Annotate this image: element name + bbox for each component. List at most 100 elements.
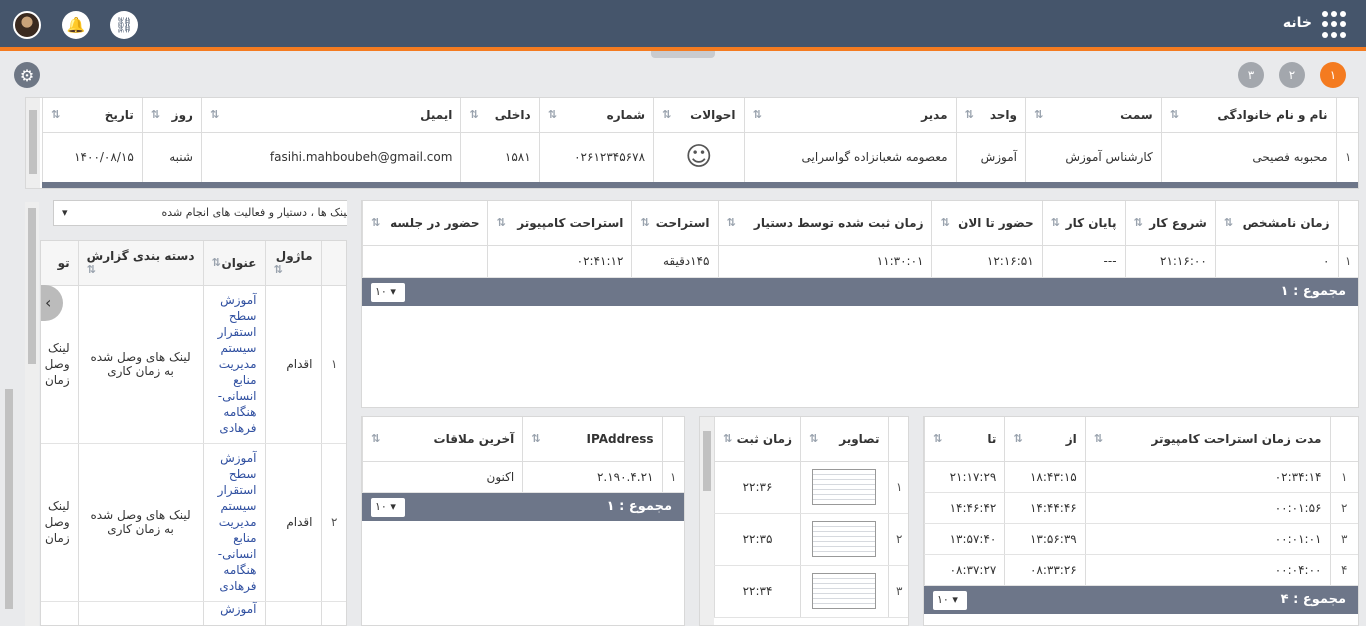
cell-pc-rest: ۰۲:۴۱:۱۲ <box>487 245 632 278</box>
table-row[interactable]: ۱ ۰ ۲۱:۱۶:۰۰ --- ۱۲:۱۶:۵۱ ۱۱:۳۰:۰۱ ۱۴۵دق… <box>362 245 1358 278</box>
col-assistant[interactable]: زمان ثبت شده توسط دستیار ⇅ <box>717 201 932 246</box>
page-scrollbar[interactable] <box>2 97 16 626</box>
page-size-select[interactable]: ۱۰ ▾ <box>371 282 405 302</box>
col-module[interactable]: ماژول ⇅ <box>264 241 321 286</box>
col-position[interactable]: سمت ⇅ <box>1024 98 1162 133</box>
cell-category: لینک های وصل شده به زمان کاری <box>77 285 203 444</box>
table-row[interactable]: ۲ ۰۰:۰۱:۵۶ ۱۴:۴۴:۴۶ ۱۴:۴۶:۴۲ <box>924 492 1358 524</box>
cell-duration: ۰۰:۰۱:۰۱ <box>1084 523 1330 555</box>
screenshot-thumbnail[interactable] <box>800 565 888 618</box>
cell-present: ۱۲:۱۶:۵۱ <box>931 245 1043 278</box>
col-pc-rest[interactable]: استراحت کامپیوتر ⇅ <box>487 201 632 246</box>
col-date[interactable]: تاریخ ⇅ <box>42 98 143 133</box>
col-phone[interactable]: شماره ⇅ <box>538 98 654 133</box>
ip-footer: مجموع : ۱ ۱۰ ▾ <box>362 492 684 521</box>
col-manager[interactable]: مدیر ⇅ <box>743 98 957 133</box>
table-row[interactable]: ۴ ۰۰:۰۴:۰۰ ۰۸:۳۳:۲۶ ۰۸:۳۷:۲۷ <box>924 554 1358 586</box>
page-size-select[interactable]: ۱۰ ▾ <box>933 590 967 610</box>
tab-2[interactable]: ۲ <box>1279 62 1305 88</box>
col-images[interactable]: تصاویر ⇅ <box>800 417 888 462</box>
link-icon[interactable]: ⛓ <box>110 11 138 39</box>
col-extra[interactable]: تو <box>41 241 79 286</box>
row-number: ۱ <box>1335 132 1358 183</box>
cell-day: شنبه <box>141 132 202 183</box>
links-panel: لینک ها ، دستیار و فعالیت های انجام شده ▾… <box>25 198 347 626</box>
links-table-box: ماژول ⇅ عنوان ⇅ دسته بندی گزارش ⇅ تو ۱ اقدا… <box>40 240 347 626</box>
row-number: ۱ <box>320 285 346 444</box>
col-to[interactable]: تا ⇅ <box>924 417 1005 462</box>
cell-name: محبوبه فصیحی <box>1160 132 1336 183</box>
col-email[interactable]: ایمیل ⇅ <box>200 98 461 133</box>
col-unknown-time[interactable]: زمان نامشخص ⇅ <box>1214 201 1338 246</box>
shots-scrollbar[interactable] <box>700 417 714 625</box>
table-row[interactable]: ۱ ۲.۱۹۰.۴.۲۱ اکنون <box>362 461 684 493</box>
breaks-panel: مدت زمان استراحت کامپیوتر ⇅ از ⇅ تا ⇅ ۱ ۰۲:… <box>923 416 1359 626</box>
scroll-thumb[interactable] <box>29 110 37 174</box>
col-ip[interactable]: IPAddress ⇅ <box>522 417 662 462</box>
tab-1[interactable]: ۱ <box>1320 62 1346 88</box>
cell-title-link[interactable]: آموزش سطح استقرار سیستم مدیریت منابع انس… <box>202 285 265 444</box>
scroll-thumb[interactable] <box>703 431 711 491</box>
breaks-footer: مجموع : ۴ ۱۰ ▾ <box>924 585 1358 614</box>
tab-3[interactable]: ۳ <box>1238 62 1264 88</box>
scroll-thumb[interactable] <box>5 389 13 609</box>
cell-to: ۲۱:۱۷:۲۹ <box>924 461 1005 493</box>
scroll-thumb[interactable] <box>28 208 36 364</box>
cell-email: fasihi.mahboubeh@gmail.com <box>200 132 461 183</box>
smiley-icon[interactable]: ☺ <box>653 132 745 183</box>
col-day[interactable]: روز ⇅ <box>141 98 202 133</box>
cell-rest: ۱۴۵دقیقه <box>631 245 718 278</box>
col-name[interactable]: نام و نام خانوادگی ⇅ <box>1160 98 1336 133</box>
top-navbar: خانه ⛓ 🔔 <box>0 0 1366 47</box>
apps-grid-icon[interactable] <box>1322 11 1350 39</box>
links-scrollbar[interactable] <box>25 202 39 626</box>
col-unit[interactable]: واحد ⇅ <box>955 98 1026 133</box>
col-last-visit[interactable]: آخرین ملاقات ⇅ <box>362 417 523 462</box>
row-number: ۳ <box>1329 523 1358 555</box>
collapse-handle[interactable] <box>651 51 715 58</box>
cell-end: --- <box>1041 245 1126 278</box>
table-row[interactable]: ۲ اقدام آموزش سطح استقرار سیستم مدیریت م… <box>41 443 346 602</box>
table-row[interactable]: ۳ ۲۲:۳۴ <box>714 565 908 618</box>
row-num-header <box>661 417 684 462</box>
col-record-time[interactable]: زمان ثبت ⇅ <box>714 417 801 462</box>
cell-ext: ۱۵۸۱ <box>460 132 540 183</box>
col-end[interactable]: پایان کار ⇅ <box>1041 201 1126 246</box>
table-row[interactable]: ۳ ۰۰:۰۱:۰۱ ۱۳:۵۶:۳۹ ۱۳:۵۷:۴۰ <box>924 523 1358 555</box>
table-row[interactable]: ۲ ۲۲:۳۵ <box>714 513 908 566</box>
col-rest[interactable]: استراحت ⇅ <box>631 201 718 246</box>
cell-duration: ۰۲:۳۴:۱۴ <box>1084 461 1330 493</box>
table-row[interactable]: ۱ محبوبه فصیحی کارشناس آموزش آموزش معصوم… <box>42 132 1358 183</box>
table-row[interactable]: آموزش <box>41 601 346 625</box>
col-title[interactable]: عنوان ⇅ <box>202 241 265 286</box>
col-category[interactable]: دسته بندی گزارش ⇅ <box>77 241 203 286</box>
gear-icon[interactable]: ⚙ <box>14 62 40 88</box>
home-link[interactable]: خانه <box>1283 15 1312 31</box>
col-present[interactable]: حضور تا الان ⇅ <box>931 201 1043 246</box>
activity-type-select[interactable]: لینک ها ، دستیار و فعالیت های انجام شده ▾ <box>53 200 347 226</box>
col-from[interactable]: از ⇅ <box>1004 417 1086 462</box>
profile-footer-bar <box>42 182 1358 188</box>
page-size-select[interactable]: ۱۰ ▾ <box>371 497 405 517</box>
table-row[interactable]: ۱ اقدام آموزش سطح استقرار سیستم مدیریت م… <box>41 285 346 444</box>
table-row[interactable]: ۱ ۰۲:۳۴:۱۴ ۱۸:۴۳:۱۵ ۲۱:۱۷:۲۹ <box>924 461 1358 493</box>
col-duration[interactable]: مدت زمان استراحت کامپیوتر ⇅ <box>1084 417 1330 462</box>
profile-scrollbar[interactable] <box>26 98 40 188</box>
row-num-header <box>320 241 346 286</box>
cell-to: ۱۴:۴۶:۴۲ <box>924 492 1005 524</box>
row-number: ۱ <box>887 461 908 514</box>
screenshot-thumbnail[interactable] <box>800 513 888 566</box>
cell-title-link[interactable]: آموزش سطح استقرار سیستم مدیریت منابع انس… <box>202 443 265 602</box>
col-start[interactable]: شروع کار ⇅ <box>1124 201 1216 246</box>
col-meeting[interactable]: حضور در جلسه ⇅ <box>362 201 488 246</box>
screenshot-thumbnail[interactable] <box>800 461 888 514</box>
col-ext[interactable]: داخلی ⇅ <box>460 98 540 133</box>
avatar[interactable] <box>13 11 41 39</box>
cell-duration: ۰۰:۰۴:۰۰ <box>1084 554 1330 586</box>
bell-icon[interactable]: 🔔 <box>62 11 90 39</box>
cell-title-link[interactable]: آموزش <box>202 601 265 625</box>
cell-unknown: ۰ <box>1214 245 1338 278</box>
table-row[interactable]: ۱ ۲۲:۳۶ <box>714 461 908 514</box>
col-mood[interactable]: احوالات ⇅ <box>653 98 745 133</box>
row-num-header <box>887 417 908 462</box>
